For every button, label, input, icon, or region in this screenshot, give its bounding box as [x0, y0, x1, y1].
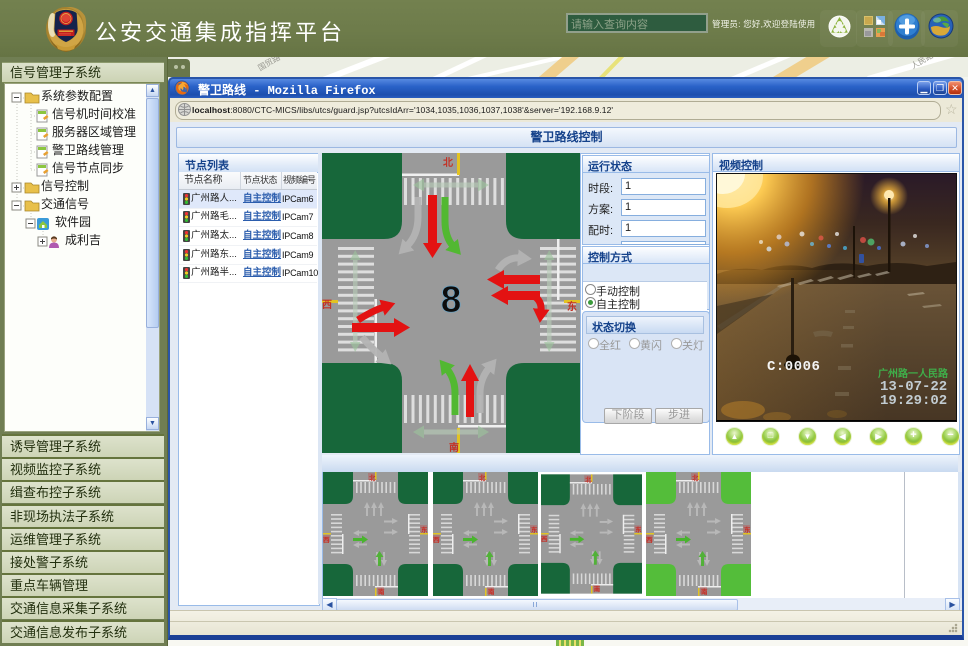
svg-text:南: 南	[449, 441, 459, 453]
svg-text:北: 北	[443, 156, 453, 169]
svg-text:8: 8	[441, 279, 462, 320]
svg-text:西: 西	[322, 299, 332, 311]
svg-text:东: 东	[567, 300, 577, 313]
